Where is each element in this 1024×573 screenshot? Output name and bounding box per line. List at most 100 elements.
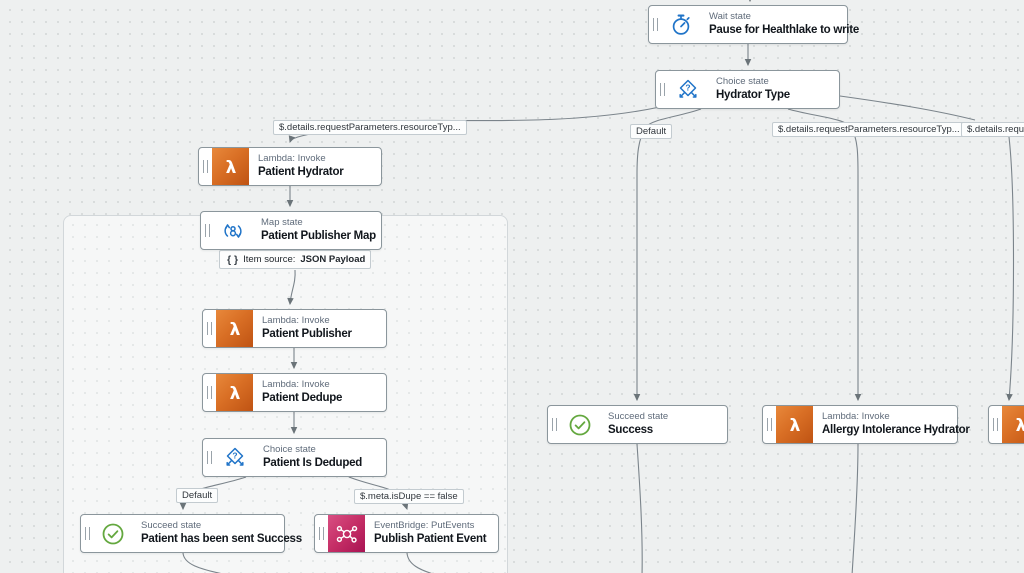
node-text: Lambda: Invoke Patient Hydrator: [249, 148, 352, 185]
node-succeed-patient-sent[interactable]: Succeed state Patient has been sent Succ…: [80, 514, 302, 553]
node-type-label: Wait state: [709, 10, 751, 22]
grip-bars-icon: [203, 160, 208, 173]
node-lambda-patient-dedupe[interactable]: λ Lambda: Invoke Patient Dedupe: [202, 373, 387, 412]
svg-text:?: ?: [685, 82, 690, 92]
edge-choice-default-to-success: [633, 108, 702, 402]
choice-icon: ?: [216, 439, 254, 476]
node-name: Patient Is Deduped: [263, 457, 363, 470]
drag-handle[interactable]: [203, 374, 216, 411]
edge-choice-to-allergy: [787, 108, 862, 402]
node-text: Choice state Patient Is Deduped: [254, 439, 371, 476]
lambda-icon: λ: [1002, 406, 1024, 443]
wait-clock-icon: [662, 6, 700, 43]
succeed-check-icon: [94, 515, 132, 552]
lambda-icon: λ: [216, 310, 253, 347]
node-lambda-patient-publisher[interactable]: λ Lambda: Invoke Patient Publisher: [202, 309, 387, 348]
node-name: Success: [608, 424, 653, 437]
svg-text:?: ?: [232, 450, 237, 460]
drag-handle[interactable]: [649, 6, 662, 43]
node-choice-patient-is-deduped[interactable]: ? Choice state Patient Is Deduped: [202, 438, 387, 477]
grip-bars-icon: [993, 418, 998, 431]
map-item-source-label[interactable]: { } Item source: JSON Payload: [219, 250, 371, 269]
node-succeed-success[interactable]: Succeed state Success: [547, 405, 728, 444]
node-text: Succeed state Success: [599, 406, 677, 443]
edge-label-resource-type-far-right[interactable]: $.details.request: [961, 122, 1024, 137]
node-wait-pause-for-healthlake[interactable]: Wait state Pause for Healthlake to write: [648, 5, 859, 44]
lambda-icon: λ: [776, 406, 813, 443]
edge-label-resource-type-right[interactable]: $.details.requestParameters.resourceTyp.…: [772, 122, 966, 137]
node-text: Wait state Pause for Healthlake to write: [700, 6, 868, 43]
item-source-prefix: Item source:: [243, 254, 296, 265]
drag-handle[interactable]: [548, 406, 561, 443]
succeed-check-icon: [561, 406, 599, 443]
drag-handle[interactable]: [656, 71, 669, 108]
drag-handle[interactable]: [203, 439, 216, 476]
choice-icon: ?: [669, 71, 707, 108]
edge-choice-to-right-label: [839, 95, 976, 121]
lambda-icon: λ: [216, 374, 253, 411]
eventbridge-icon: [328, 515, 365, 552]
node-text: Lambda: Invoke Allergy Intolerance Hydra…: [813, 406, 979, 443]
node-choice-hydrator-type[interactable]: ? Choice state Hydrator Type: [655, 70, 840, 109]
grip-bars-icon: [653, 18, 658, 31]
item-source-value: JSON Payload: [300, 254, 366, 265]
drag-handle[interactable]: [199, 148, 212, 185]
lambda-icon: λ: [212, 148, 249, 185]
node-map-patient-publisher-map[interactable]: Map state Patient Publisher Map: [200, 211, 382, 250]
drag-handle[interactable]: [203, 310, 216, 347]
node-text: Map state Patient Publisher Map: [252, 212, 385, 249]
node-type-label: EventBridge: PutEvents: [374, 519, 475, 531]
node-type-label: Succeed state: [608, 410, 669, 422]
braces-icon: { }: [227, 253, 239, 266]
grip-bars-icon: [552, 418, 557, 431]
svg-text:λ: λ: [229, 320, 240, 340]
grip-bars-icon: [660, 83, 665, 96]
edge-label-isdupe-false[interactable]: $.meta.isDupe == false: [354, 489, 464, 504]
node-text: EventBridge: PutEvents Publish Patient E…: [365, 515, 495, 552]
grip-bars-icon: [207, 322, 212, 335]
grip-bars-icon: [319, 527, 324, 540]
node-text: Choice state Hydrator Type: [707, 71, 799, 108]
grip-bars-icon: [207, 386, 212, 399]
drag-handle[interactable]: [763, 406, 776, 443]
node-name: Patient Hydrator: [258, 166, 344, 179]
node-type-label: Lambda: Invoke: [822, 410, 890, 422]
edge-label-resource-type-left[interactable]: $.details.requestParameters.resourceTyp.…: [273, 120, 467, 135]
map-icon: [214, 212, 252, 249]
drag-handle[interactable]: [201, 212, 214, 249]
node-lambda-patient-hydrator[interactable]: λ Lambda: Invoke Patient Hydrator: [198, 147, 382, 186]
grip-bars-icon: [205, 224, 210, 237]
edge-label-default-top[interactable]: Default: [630, 124, 673, 139]
edge-success-down: [636, 443, 643, 573]
node-lambda-allergy-intolerance-hydrator[interactable]: λ Lambda: Invoke Allergy Intolerance Hyd…: [762, 405, 970, 444]
node-name: Allergy Intolerance Hydrator: [822, 424, 970, 437]
edge-allergy-down: [851, 443, 859, 573]
edge-label-to-partial-node: [1006, 136, 1015, 402]
node-name: Patient Publisher Map: [261, 230, 376, 243]
svg-text:λ: λ: [229, 384, 240, 404]
grip-bars-icon: [85, 527, 90, 540]
node-name: Patient Dedupe: [262, 392, 343, 405]
node-lambda-partial-right[interactable]: λ: [988, 405, 1024, 444]
node-type-label: Succeed state: [141, 519, 202, 531]
node-name: Publish Patient Event: [374, 533, 487, 546]
grip-bars-icon: [207, 451, 212, 464]
node-type-label: Lambda: Invoke: [258, 152, 326, 164]
node-text: Lambda: Invoke Patient Dedupe: [253, 374, 351, 411]
workflow-canvas[interactable]: $.details.requestParameters.resourceTyp.…: [0, 0, 1024, 573]
node-eventbridge-publish-patient-event[interactable]: EventBridge: PutEvents Publish Patient E…: [314, 514, 499, 553]
node-type-label: Choice state: [716, 75, 769, 87]
svg-text:λ: λ: [225, 158, 236, 178]
node-type-label: Map state: [261, 216, 303, 228]
drag-handle[interactable]: [989, 406, 1002, 443]
svg-text:λ: λ: [1015, 416, 1024, 436]
node-name: Hydrator Type: [716, 89, 790, 102]
drag-handle[interactable]: [81, 515, 94, 552]
node-name: Pause for Healthlake to write: [709, 24, 859, 37]
drag-handle[interactable]: [315, 515, 328, 552]
node-type-label: Lambda: Invoke: [262, 314, 330, 326]
node-text: Lambda: Invoke Patient Publisher: [253, 310, 361, 347]
edge-label-default-bottom[interactable]: Default: [176, 488, 219, 503]
node-name: Patient has been sent Success: [141, 533, 302, 546]
grip-bars-icon: [767, 418, 772, 431]
